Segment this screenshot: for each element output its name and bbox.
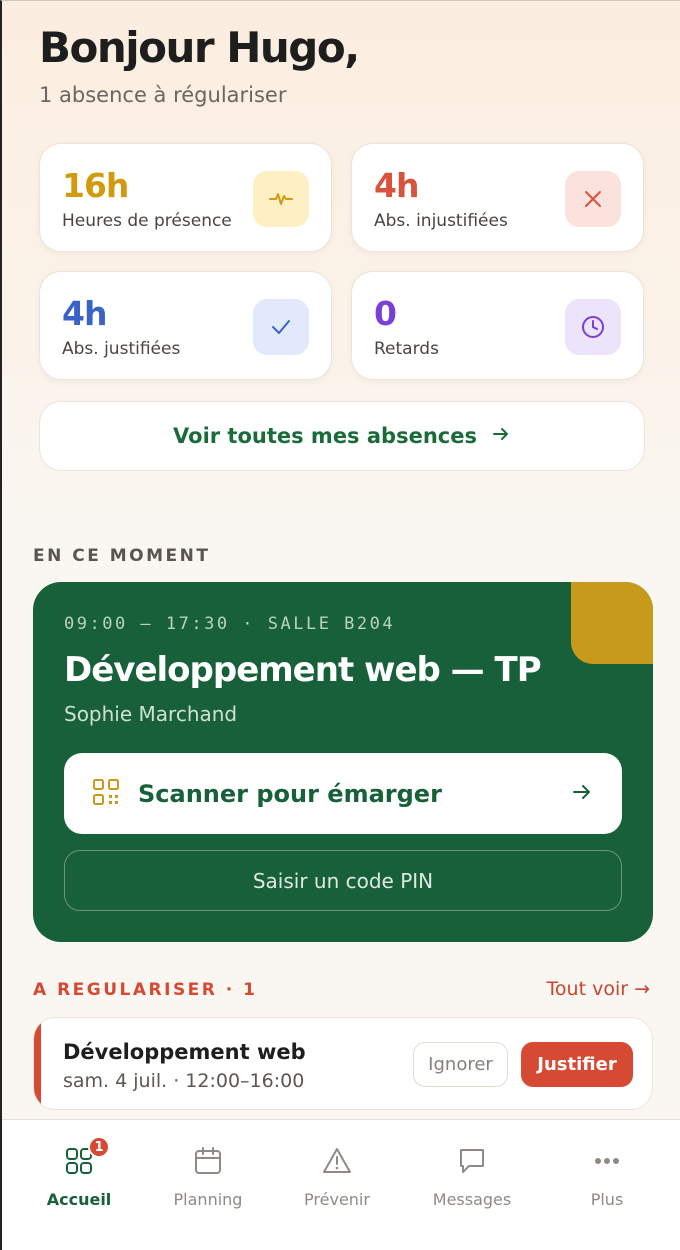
home-screen: Bonjour Hugo, 1 absence à régulariser 16… xyxy=(0,0,680,1250)
arrow-right-icon xyxy=(570,780,594,808)
tab-label: Messages xyxy=(432,1190,512,1209)
close-icon xyxy=(565,171,621,227)
see-all-link[interactable]: Tout voir → xyxy=(547,978,650,1000)
session-teacher: Sophie Marchand xyxy=(64,702,238,726)
stat-card-justified[interactable]: 4h Abs. justifiées xyxy=(39,271,332,380)
regularize-section-heading: A REGULARISER · 1 xyxy=(33,980,258,1000)
calendar-icon xyxy=(193,1144,223,1178)
regularize-course: Développement web xyxy=(63,1040,306,1064)
stat-label: Abs. justifiées xyxy=(62,339,181,359)
pin-label: Saisir un code PIN xyxy=(252,868,434,893)
bottom-tab-bar: 1 Accueil Planning Prévenir Messages Plu… xyxy=(2,1119,680,1250)
stat-label: Abs. injustifiées xyxy=(374,211,508,231)
tab-label: Plus xyxy=(590,1190,624,1209)
justify-button[interactable]: Justifier xyxy=(521,1042,633,1087)
tab-plus[interactable]: Plus xyxy=(542,1120,672,1230)
stat-card-late[interactable]: 0 Retards xyxy=(351,271,644,380)
tab-accueil[interactable]: 1 Accueil xyxy=(14,1120,144,1230)
all-absences-label: Voir toutes mes absences xyxy=(173,424,477,448)
scan-label: Scanner pour émarger xyxy=(138,779,442,808)
all-absences-button[interactable]: Voir toutes mes absences xyxy=(39,401,645,471)
check-icon xyxy=(253,299,309,355)
stat-card-presence[interactable]: 16h Heures de présence xyxy=(39,143,332,252)
current-session-card: 09:00 — 17:30 · SALLE B204 Développement… xyxy=(33,582,653,942)
corner-accent xyxy=(571,582,653,664)
stat-card-unjustified[interactable]: 4h Abs. injustifiées xyxy=(351,143,644,252)
stat-value: 0 xyxy=(374,294,397,333)
enter-pin-button[interactable]: Saisir un code PIN xyxy=(64,850,622,911)
tab-planning[interactable]: Planning xyxy=(143,1120,273,1230)
tab-prevenir[interactable]: Prévenir xyxy=(272,1120,402,1230)
greeting-title: Bonjour Hugo, xyxy=(39,23,360,72)
more-icon xyxy=(592,1144,622,1178)
regularize-item: Développement web sam. 4 juil. · 12:00–1… xyxy=(33,1017,653,1110)
notification-badge: 1 xyxy=(88,1136,110,1158)
tab-label: Planning xyxy=(173,1190,243,1209)
ignore-button[interactable]: Ignorer xyxy=(413,1042,508,1087)
greeting-subtitle: 1 absence à régulariser xyxy=(39,83,287,107)
session-course-title: Développement web — TP xyxy=(64,650,542,690)
session-time-room: 09:00 — 17:30 · SALLE B204 xyxy=(64,614,396,634)
current-section-heading: EN CE MOMENT xyxy=(33,546,211,566)
warning-icon xyxy=(322,1144,352,1178)
stat-label: Retards xyxy=(374,339,439,359)
qr-code-icon xyxy=(92,778,120,810)
arrow-right-icon xyxy=(491,424,511,449)
activity-icon xyxy=(253,171,309,227)
stat-label: Heures de présence xyxy=(62,211,232,231)
message-icon xyxy=(457,1144,487,1178)
alert-accent-bar xyxy=(34,1018,41,1109)
home-grid-icon: 1 xyxy=(64,1136,110,1178)
stat-value: 16h xyxy=(62,166,129,205)
clock-icon xyxy=(565,299,621,355)
tab-messages[interactable]: Messages xyxy=(407,1120,537,1230)
regularize-date: sam. 4 juil. · 12:00–16:00 xyxy=(63,1070,305,1092)
tab-label: Accueil xyxy=(46,1190,112,1209)
scan-to-sign-button[interactable]: Scanner pour émarger xyxy=(64,753,622,834)
stat-value: 4h xyxy=(62,294,107,333)
tab-label: Prévenir xyxy=(304,1190,370,1209)
stat-value: 4h xyxy=(374,166,419,205)
